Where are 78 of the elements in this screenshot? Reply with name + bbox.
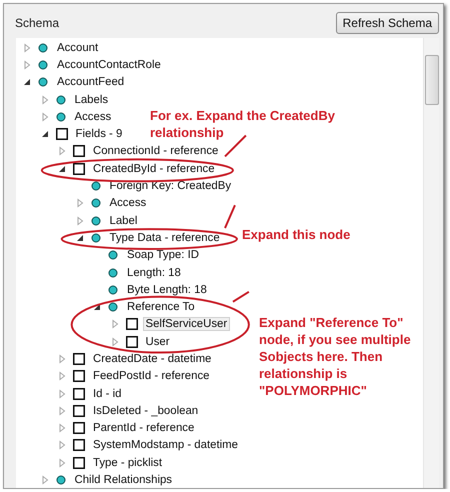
dot-icon [90,232,100,243]
tree-item[interactable]: Soap Type: ID [124,248,202,262]
annotation-note: Expand "Reference To" node, if you see multiple Sobjects here. Then relationship is "POLYMORPHIC" [259,314,412,399]
collapsed-triangle-icon[interactable] [57,458,67,468]
expanded-triangle-icon[interactable] [40,129,50,140]
square-icon [73,370,85,382]
collapsed-triangle-icon[interactable] [57,423,67,434]
tree-item[interactable]: User [142,334,173,349]
collapsed-triangle-icon[interactable] [22,42,32,53]
square-icon [73,456,85,469]
expanded-triangle-icon[interactable] [74,232,84,243]
collapsed-triangle-icon[interactable] [110,319,120,330]
square-icon [73,439,85,452]
collapsed-triangle-icon[interactable] [40,94,50,105]
expanded-triangle-icon[interactable] [22,77,32,88]
collapsed-triangle-icon[interactable] [74,198,84,208]
collapsed-triangle-icon[interactable] [57,388,67,399]
scrollbar-thumb[interactable] [425,55,439,105]
collapsed-triangle-icon[interactable] [57,406,67,416]
dot-icon [38,77,48,88]
annotation-note: For ex. Expand the CreatedBy relationship [150,107,336,141]
tree-item[interactable]: Length: 18 [124,266,184,280]
square-icon [56,128,68,140]
tree-item[interactable]: Id - id [90,386,124,401]
collapsed-triangle-icon[interactable] [22,60,32,70]
expanded-triangle-icon[interactable] [57,164,67,174]
dot-icon [108,250,118,260]
collapsed-triangle-icon[interactable] [110,336,120,347]
dot-icon [108,268,118,278]
dot-icon [56,112,66,122]
tree-item[interactable]: CreatedDate - datetime [90,352,214,366]
tree-item[interactable]: ParentId - reference [90,421,198,436]
dot-icon [90,181,100,192]
tree-item[interactable]: Access [106,196,150,210]
dot-icon [90,198,100,208]
dot-icon [38,60,48,70]
square-icon [126,318,138,330]
tree-item[interactable]: Child Relationships [72,473,176,488]
square-icon [126,336,138,348]
refresh-button[interactable]: Refresh Schema [336,12,439,34]
collapsed-triangle-icon[interactable] [74,216,84,226]
collapsed-triangle-icon[interactable] [57,440,67,450]
tree-item[interactable]: Fields - 9 [72,127,126,142]
tree-item[interactable]: Byte Length: 18 [124,282,210,297]
dot-icon [90,216,100,226]
dot-icon [56,475,66,486]
square-icon [73,352,85,365]
tree-item[interactable]: Labels [72,92,112,107]
square-icon [73,422,85,434]
tree-item[interactable]: CreatedById - reference [90,162,218,176]
dot-icon [38,42,48,53]
tree-item[interactable]: Access [72,110,114,124]
tree-item[interactable]: SelfServiceUser [142,317,230,332]
collapsed-triangle-icon[interactable] [57,354,67,364]
collapsed-triangle-icon[interactable] [40,475,50,486]
tree-item[interactable]: IsDeleted - _boolean [90,404,202,418]
dot-icon [108,284,118,295]
tree-item[interactable]: AccountContactRole [54,58,164,72]
square-icon [73,162,85,175]
collapsed-triangle-icon[interactable] [40,112,50,122]
tree-item[interactable]: Account [54,40,102,55]
tree-item[interactable]: Type - picklist [90,456,165,470]
tree-item[interactable]: Type Data - reference [106,230,223,245]
tree-item[interactable]: AccountFeed [54,75,128,90]
square-icon [73,145,85,158]
collapsed-triangle-icon[interactable] [57,371,67,382]
annotation-note: Expand this node [242,226,352,243]
tree-item[interactable]: FeedPostId - reference [90,369,212,384]
panel-title: Schema [15,16,60,30]
square-icon [73,388,85,400]
dot-icon [108,302,118,312]
dot-icon [56,94,66,105]
square-icon [73,404,85,417]
tree-item[interactable]: Label [106,214,140,228]
tree-item[interactable]: ConnectionId - reference [90,144,222,158]
collapsed-triangle-icon[interactable] [57,146,67,156]
tree-item[interactable]: Reference To [124,300,198,314]
tree-item[interactable]: SystemModstamp - datetime [90,438,241,452]
